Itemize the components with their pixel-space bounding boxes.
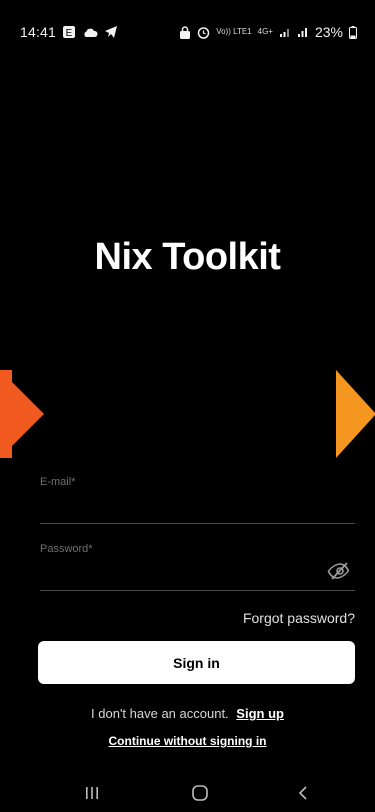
system-nav-bar [0, 772, 375, 812]
lock-icon [179, 25, 191, 39]
email-underline [40, 523, 355, 524]
svg-text:E: E [66, 28, 73, 39]
home-icon[interactable] [180, 778, 220, 808]
account-prompt: I don't have an account. Sign up [0, 706, 375, 721]
password-underline [40, 590, 355, 591]
no-account-text: I don't have an account. [91, 706, 229, 721]
network-type: 4G+ [257, 27, 273, 36]
continue-without-signing-in-link[interactable]: Continue without signing in [0, 734, 375, 748]
status-bar-left: 14:41 E [20, 24, 118, 40]
forgot-password-link[interactable]: Forgot password? [243, 610, 355, 626]
notification-badge-icon: E [62, 25, 76, 39]
signal-icon-2 [297, 26, 309, 38]
status-time: 14:41 [20, 24, 57, 40]
recents-icon[interactable] [72, 778, 112, 808]
cloud-icon [82, 26, 98, 38]
status-bar: 14:41 E Vo)) LTE1 4G+ 23% [0, 0, 375, 64]
password-field[interactable]: Password* [40, 543, 355, 591]
alarm-icon [197, 26, 210, 39]
battery-percent: 23% [314, 24, 343, 40]
right-arrow-icon [336, 370, 375, 458]
status-bar-right: Vo)) LTE1 4G+ 23% [179, 24, 357, 40]
app-title: Nix Toolkit [94, 236, 281, 278]
password-label: Password* [40, 543, 93, 555]
sign-in-button[interactable]: Sign in [38, 641, 355, 684]
sign-up-link[interactable]: Sign up [236, 706, 284, 721]
signal-icon [279, 26, 291, 38]
telegram-icon [104, 25, 118, 39]
eye-off-icon[interactable] [327, 559, 351, 583]
volte-indicator: Vo)) LTE1 [216, 27, 252, 36]
email-label: E-mail* [40, 476, 76, 488]
battery-icon [349, 25, 357, 39]
left-arrow-icon [0, 370, 44, 458]
email-field[interactable]: E-mail* [40, 476, 355, 524]
back-icon[interactable] [283, 778, 323, 808]
